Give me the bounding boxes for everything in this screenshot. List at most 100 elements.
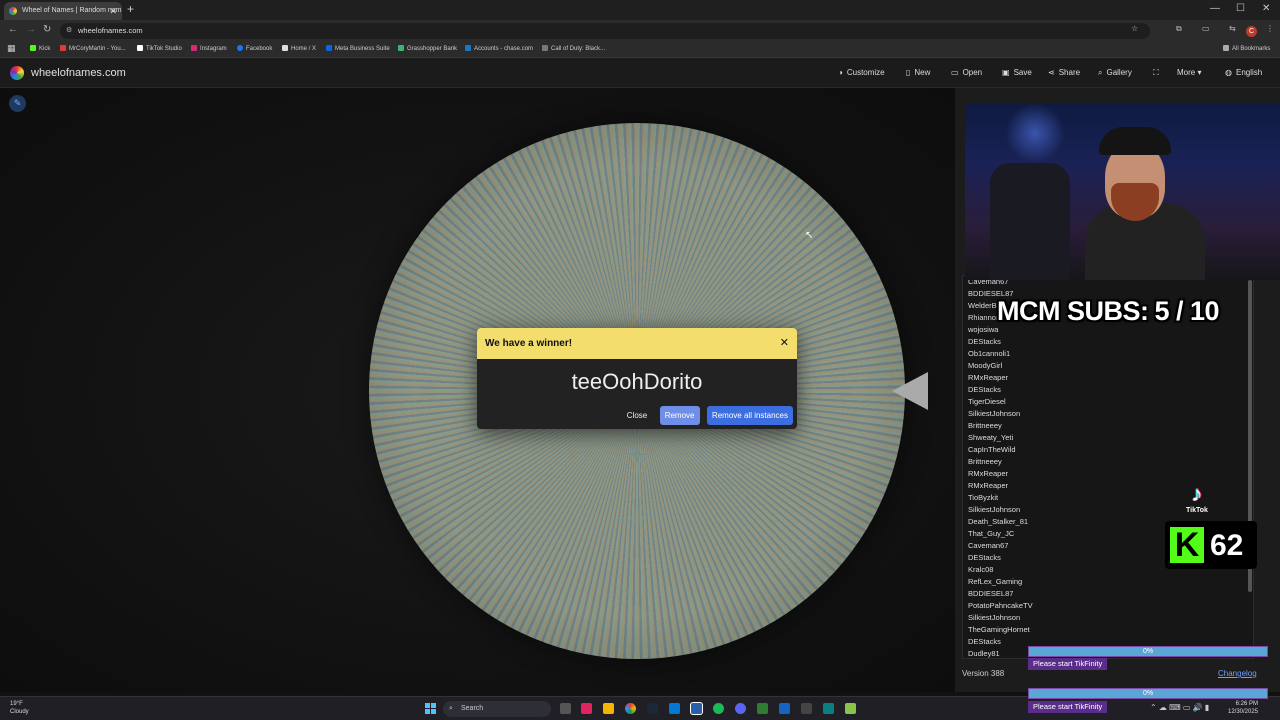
forward-icon[interactable]: → <box>26 24 36 35</box>
entry-item[interactable]: SilkiestJohnson <box>963 408 1253 420</box>
wheel-favicon-icon <box>9 7 17 15</box>
entry-item[interactable]: TigerDiesel <box>963 396 1253 408</box>
profile-avatar[interactable]: C <box>1246 26 1257 37</box>
wheel-logo-icon <box>10 66 24 80</box>
cast-icon[interactable]: ⇆ <box>1229 24 1236 33</box>
entry-item[interactable]: DEStacks <box>963 336 1253 348</box>
language-button[interactable]: ◍ English <box>1225 68 1262 77</box>
app-icon-blue[interactable] <box>669 703 680 714</box>
discord-icon[interactable] <box>735 703 746 714</box>
save-button[interactable]: ▣ Save <box>1002 68 1032 77</box>
instagram-icon <box>191 45 197 51</box>
wheel-pointer-icon <box>892 372 928 410</box>
app-icon-active[interactable] <box>690 702 703 715</box>
entries-list[interactable]: Caveman67 BDDIESEL87 WelderBob Rhiannon wojo… <box>962 275 1254 659</box>
bookmark-x[interactable]: Home / X <box>282 45 316 52</box>
tikfinity-progress-bar-1: 0% <box>1028 646 1268 657</box>
dialog-actions: Close Remove Remove all instances <box>619 405 793 425</box>
chevron-down-icon: ▾ <box>1197 68 1202 77</box>
spotify-icon[interactable] <box>713 703 724 714</box>
tiktok-note-icon: ♪ <box>1191 481 1203 506</box>
version-label: Version 388 <box>962 669 1005 678</box>
taskbar-search[interactable]: ⌕ Search <box>443 701 551 717</box>
bookmark-cod[interactable]: Call of Duty: Black... <box>542 45 605 52</box>
youtube-icon <box>60 45 66 51</box>
music-app-icon[interactable] <box>581 703 592 714</box>
bookmark-star-icon[interactable]: ☆ <box>1131 24 1138 33</box>
minimize-icon[interactable]: — <box>1210 3 1220 14</box>
tab-close-icon[interactable]: ✕ <box>109 2 117 20</box>
new-button[interactable]: ▯ New <box>906 68 930 77</box>
entry-item[interactable]: Brittneeey <box>963 420 1253 432</box>
side-panel-icon[interactable]: ▭ <box>1202 24 1210 33</box>
apps-grid-icon[interactable]: ▦ <box>7 43 16 54</box>
bookmark-tiktok-studio[interactable]: TikTok Studio <box>137 45 182 52</box>
more-button[interactable]: More ▾ <box>1177 68 1201 77</box>
address-bar[interactable]: ⚙ wheelofnames.com <box>60 23 1150 39</box>
entry-item[interactable]: BDDIESEL87 <box>963 588 1253 600</box>
bookmark-instagram[interactable]: Instagram <box>191 45 227 52</box>
browser-menu-icon[interactable]: ⋮ <box>1266 24 1274 33</box>
save-icon: ▣ <box>1002 68 1010 77</box>
bookmark-grasshopper[interactable]: Grasshopper Bank <box>398 45 457 52</box>
maximize-icon[interactable]: ☐ <box>1236 3 1245 14</box>
taskbar-search-placeholder: Search <box>461 705 484 712</box>
remove-button[interactable]: Remove <box>659 406 700 425</box>
entry-item[interactable]: SilkiestJohnson <box>963 612 1253 624</box>
url-text: wheelofnames.com <box>78 26 143 35</box>
site-info-icon[interactable]: ⚙ <box>66 23 72 39</box>
open-button[interactable]: ▭ Open <box>951 68 982 77</box>
app-icon-lime[interactable] <box>845 703 856 714</box>
entry-item[interactable]: PotatoPahncakeTV <box>963 600 1253 612</box>
close-button[interactable]: Close <box>622 406 652 425</box>
edit-pencil-icon[interactable]: ✎ <box>9 95 26 112</box>
chrome-icon[interactable] <box>625 703 636 714</box>
window-close-icon[interactable]: ✕ <box>1262 3 1270 14</box>
entry-item[interactable]: TheGamingHornet <box>963 624 1253 636</box>
tikfinity-message-1: Please start TikFinity <box>1028 658 1108 670</box>
task-view-icon[interactable] <box>560 703 571 714</box>
entry-item[interactable]: MoodyGirl <box>963 360 1253 372</box>
webcam-person-cap <box>1099 127 1171 155</box>
app-icon-green[interactable] <box>757 703 768 714</box>
system-tray[interactable]: ⌃ ☁ ⌨ ▭ 🔊 ▮ <box>1150 703 1209 712</box>
app-icon-teal[interactable] <box>823 703 834 714</box>
entry-item[interactable]: RMxReaper <box>963 372 1253 384</box>
dialog-close-icon[interactable]: ✕ <box>780 328 789 359</box>
bookmark-chase[interactable]: Accounts - chase.com <box>465 45 533 52</box>
site-name[interactable]: wheelofnames.com <box>31 67 126 79</box>
bookmark-facebook[interactable]: Facebook <box>237 45 272 52</box>
gallery-button[interactable]: ⌕ Gallery <box>1098 68 1132 78</box>
entry-item[interactable]: DEStacks <box>963 384 1253 396</box>
all-bookmarks[interactable]: All Bookmarks <box>1223 45 1270 52</box>
changelog-link[interactable]: Changelog <box>1218 669 1257 678</box>
share-button[interactable]: ⋖ Share <box>1048 68 1080 77</box>
bookmark-meta[interactable]: Meta Business Suite <box>326 45 390 52</box>
kick-count: 62 <box>1210 529 1244 562</box>
entry-item[interactable]: RefLex_Gaming <box>963 576 1253 588</box>
remove-all-instances-button[interactable]: Remove all instances <box>706 406 793 425</box>
bookmark-kick[interactable]: Kick <box>30 45 50 52</box>
globe-icon: ◍ <box>1225 68 1232 77</box>
entry-item[interactable]: Ob1cannoli1 <box>963 348 1253 360</box>
app-icon-grey[interactable] <box>801 703 812 714</box>
reload-icon[interactable]: ↻ <box>43 24 51 35</box>
bookmark-youtube[interactable]: MrCoryMartin - You... <box>60 45 126 52</box>
entry-item[interactable]: Brittneeey <box>963 456 1253 468</box>
extensions-icon[interactable]: ⧉ <box>1176 24 1182 34</box>
entry-item[interactable]: RMxReaper <box>963 468 1253 480</box>
weather-widget[interactable]: 19°F Cloudy <box>10 700 29 716</box>
taskbar-clock[interactable]: 6:26 PM 12/30/2025 <box>1228 700 1258 716</box>
entry-item[interactable]: CapInTheWild <box>963 444 1253 456</box>
steam-icon[interactable] <box>647 703 658 714</box>
customize-button[interactable]: ◑ Customize <box>838 68 885 77</box>
file-explorer-icon[interactable] <box>603 703 614 714</box>
entry-item[interactable]: Shweaty_Yeti <box>963 432 1253 444</box>
browser-tab[interactable]: Wheel of Names | Random nam ✕ <box>4 2 122 20</box>
browser-tab-bar: Wheel of Names | Random nam ✕ + — ☐ ✕ <box>0 0 1280 20</box>
windows-start-icon[interactable] <box>425 703 436 714</box>
back-icon[interactable]: ← <box>8 24 18 35</box>
app-icon-blue-2[interactable] <box>779 703 790 714</box>
new-tab-icon[interactable]: + <box>127 2 134 16</box>
fullscreen-button[interactable]: ⛶ <box>1153 68 1163 78</box>
